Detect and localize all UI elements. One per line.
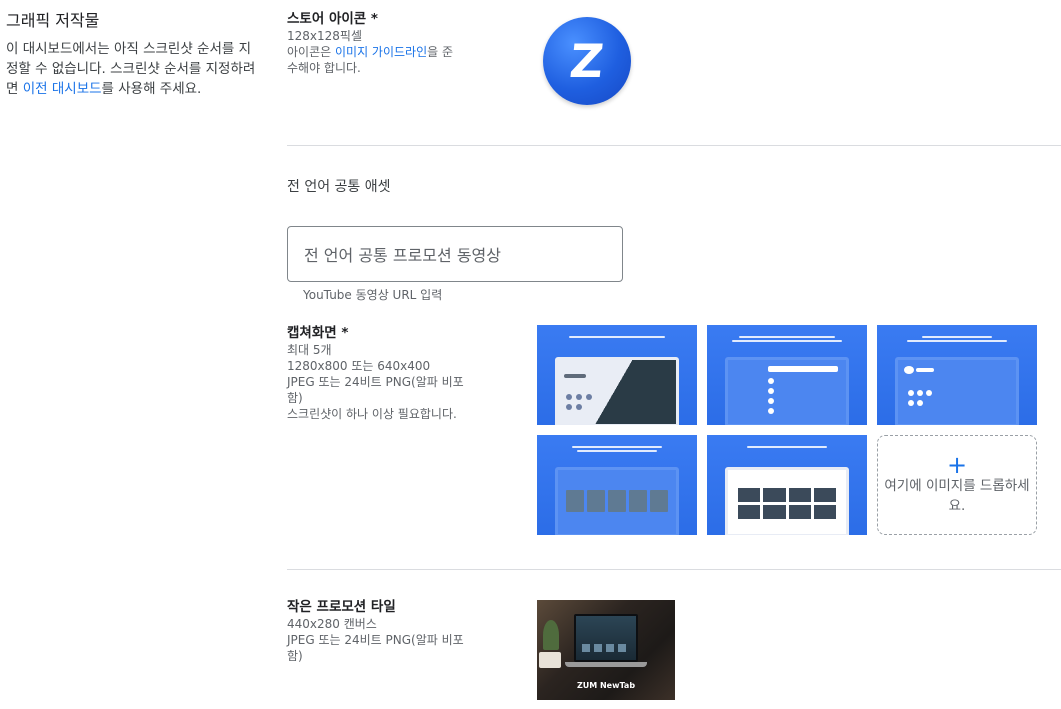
thumb-caption bbox=[717, 334, 857, 346]
promo-video-hint: YouTube 동영상 URL 입력 bbox=[303, 288, 443, 302]
thumb-caption bbox=[717, 444, 857, 456]
small-promo-tile-size: 440x280 캔버스 bbox=[287, 617, 377, 631]
small-promo-tile-format: JPEG 또는 24비트 PNG(알파 비포함) bbox=[287, 633, 464, 663]
laptop-base bbox=[565, 662, 647, 667]
thumb-caption bbox=[547, 444, 687, 456]
screenshot-thumbnail-5[interactable] bbox=[707, 435, 867, 535]
thumb-laptop bbox=[555, 467, 679, 535]
screenshot-thumbnail-3[interactable] bbox=[877, 325, 1037, 425]
divider bbox=[287, 569, 1061, 570]
small-promo-tile-title: 작은 프로모션 타일 bbox=[287, 599, 396, 615]
shared-assets-title: 전 언어 공통 애셋 bbox=[287, 179, 391, 195]
screenshots-size: 1280x800 또는 640x400 bbox=[287, 359, 431, 373]
wallpaper-grid bbox=[738, 488, 836, 519]
section-description: 이 대시보드에서는 아직 스크린샷 순서를 지정할 수 없습니다. 스크린샷 순… bbox=[6, 39, 261, 99]
graphics-section-info: 그래픽 저작물 이 대시보드에서는 아직 스크린샷 순서를 지정할 수 없습니다… bbox=[6, 10, 261, 99]
screenshot-thumbnail-1[interactable] bbox=[537, 325, 697, 425]
cup-decoration bbox=[539, 652, 561, 668]
small-promo-tile-info: 작은 프로모션 타일 440x280 캔버스 JPEG 또는 24비트 PNG(… bbox=[287, 598, 477, 664]
promo-video-input[interactable]: 전 언어 공통 프로모션 동영상 bbox=[287, 226, 623, 282]
plant-decoration bbox=[543, 620, 559, 650]
screenshots-max: 최대 5개 bbox=[287, 343, 332, 357]
store-icon-title: 스토어 아이콘 * bbox=[287, 11, 378, 27]
store-icon-info: 스토어 아이콘 * 128x128픽셀 아이콘은 이미지 가이드라인을 준수해야… bbox=[287, 10, 487, 76]
store-icon-letter: Z bbox=[567, 34, 607, 88]
image-guideline-link[interactable]: 이미지 가이드라인 bbox=[335, 45, 427, 59]
previous-dashboard-link[interactable]: 이전 대시보드 bbox=[23, 81, 102, 97]
thumb-caption bbox=[547, 334, 687, 346]
small-promo-tile-image[interactable]: ZUM NewTab bbox=[537, 600, 675, 700]
store-icon-guideline: 아이콘은 이미지 가이드라인을 준수해야 합니다. bbox=[287, 44, 462, 76]
guideline-text: 아이콘은 bbox=[287, 45, 335, 59]
thumb-caption bbox=[887, 334, 1027, 346]
screenshots-format: JPEG 또는 24비트 PNG(알파 비포함) bbox=[287, 375, 464, 405]
thumb-laptop bbox=[725, 357, 849, 425]
section-title: 그래픽 저작물 bbox=[6, 11, 100, 30]
section-description-text-end: 를 사용해 주세요. bbox=[101, 81, 202, 97]
store-icon-image[interactable]: Z bbox=[543, 17, 631, 105]
screenshot-thumbnail-2[interactable] bbox=[707, 325, 867, 425]
screenshots-title: 캡쳐화면 * bbox=[287, 325, 349, 341]
store-icon-size: 128x128픽셀 bbox=[287, 29, 362, 43]
thumb-laptop bbox=[895, 357, 1019, 425]
laptop-screen bbox=[574, 614, 638, 662]
drop-zone-text: 여기에 이미지를 드롭하세요. bbox=[884, 478, 1030, 514]
screenshots-info: 캡쳐화면 * 최대 5개 1280x800 또는 640x400 JPEG 또는… bbox=[287, 324, 477, 422]
thumb-laptop bbox=[725, 467, 849, 535]
screenshot-drop-zone[interactable]: + 여기에 이미지를 드롭하세요. bbox=[877, 435, 1037, 535]
screenshots-required: 스크린샷이 하나 이상 필요합니다. bbox=[287, 407, 457, 421]
promo-video-placeholder: 전 언어 공통 프로모션 동영상 bbox=[304, 246, 501, 265]
plus-icon: + bbox=[946, 451, 968, 479]
news-tiles bbox=[566, 490, 668, 512]
divider bbox=[287, 145, 1061, 146]
small-promo-tile-caption: ZUM NewTab bbox=[576, 681, 636, 690]
screenshot-thumbnail-4[interactable] bbox=[537, 435, 697, 535]
thumb-laptop bbox=[555, 357, 679, 425]
